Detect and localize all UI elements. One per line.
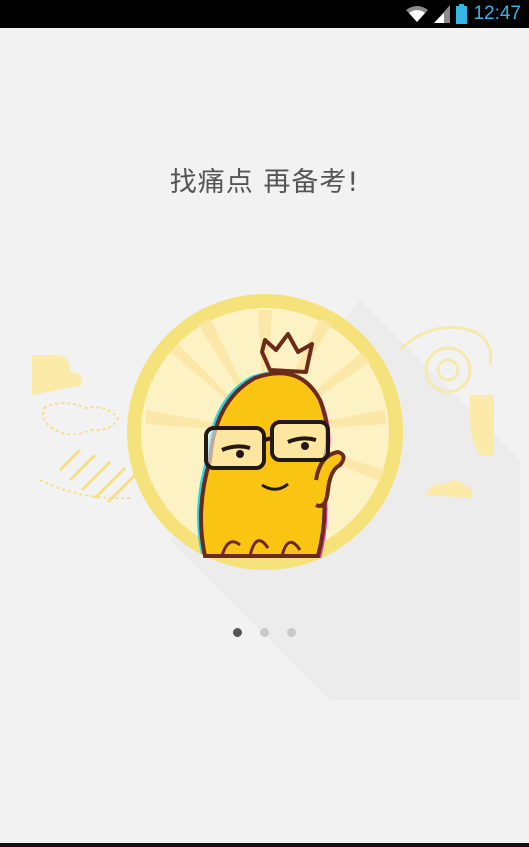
wifi-icon — [406, 6, 429, 22]
page-title: 找痛点 再备考! — [169, 167, 360, 198]
mascot-badge — [127, 294, 403, 570]
page-dot-3[interactable] — [287, 627, 296, 637]
left-cloud-decoration — [32, 355, 137, 504]
status-bar: 12:47 — [0, 0, 529, 28]
page-dot-2[interactable] — [260, 627, 269, 637]
page-indicator — [0, 625, 529, 639]
status-time: 12:47 — [473, 3, 521, 24]
cell-signal-icon — [434, 5, 451, 23]
onboarding-screen: 12:47 找痛点 再备考! — [0, 0, 529, 847]
page-dot-1[interactable] — [233, 627, 242, 637]
battery-icon — [456, 4, 468, 24]
bottom-edge — [0, 843, 529, 847]
status-icons: 12:47 — [406, 0, 521, 28]
